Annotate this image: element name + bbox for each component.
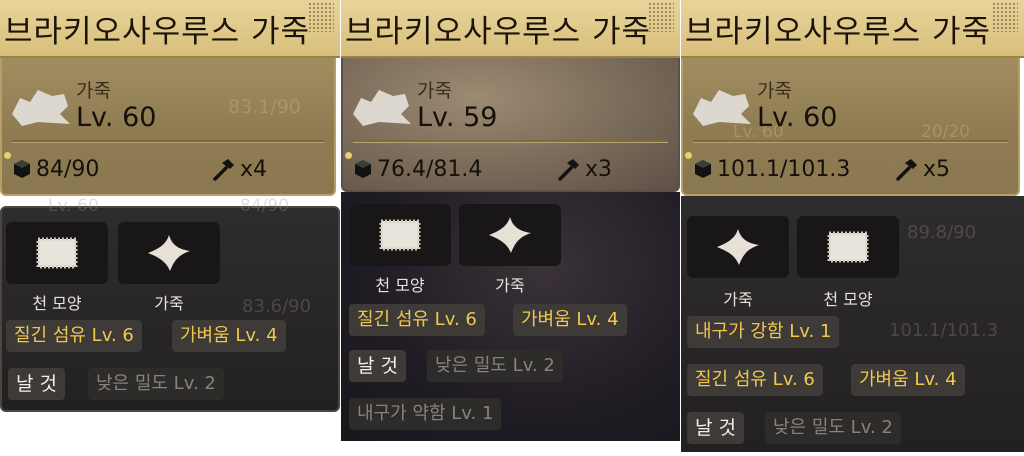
weight-box-icon [695,160,711,178]
trait-low-density[interactable]: 낮은 밀도 Lv. 2 [427,350,563,382]
slot-label-cloth: 천 모양 [375,276,425,295]
leather-icon [489,217,531,253]
trait-lightweight[interactable]: 가벼움 Lv. 4 [172,320,286,352]
leather-icon [717,229,759,265]
traits-panel: 89.8/90 101.1/101.3 가죽 천 모양 내구가 강함 Lv. 1… [681,196,1024,452]
background-ghost-text: 83.1/90 [228,96,301,118]
item-category: 가죽 [76,80,111,102]
hide-icon [353,90,411,126]
trait-lightweight[interactable]: 가벼움 Lv. 4 [513,304,627,336]
divider [353,140,668,143]
item-category: 가죽 [417,80,452,102]
trait-raw[interactable]: 날 것 [687,412,744,444]
trait-raw[interactable]: 날 것 [349,350,406,382]
item-tooltip-panel-3: 브라키오사우루스 가죽 Lv. 60 20/20 가죽 Lv. 60 101.1… [681,0,1024,452]
slot-cloth-pattern[interactable] [349,204,451,266]
hammer-count: x3 [585,156,613,182]
hammer-icon [213,159,234,181]
slot-label-leather: 가죽 [154,294,184,313]
traits-panel: 천 모양 가죽 질긴 섬유 Lv. 6 가벼움 Lv. 4 날 것 낮은 밀도 … [341,192,680,441]
sparkle-icon [4,152,11,159]
divider [12,140,324,143]
cloth-pattern-icon [36,237,78,269]
weight-value: 76.4/81.4 [377,156,483,182]
background-ghost-text: 84/90 [240,196,289,216]
background-ghost-text: 101.1/101.3 [889,320,999,341]
hammer-stat: x4 [212,156,267,182]
item-title-bar: 브라키오사우루스 가죽 [0,0,340,58]
trait-tough-fiber[interactable]: 질긴 섬유 Lv. 6 [687,364,823,396]
sparkle-icon [345,152,352,159]
hammer-icon [896,159,917,181]
hammer-stat: x3 [557,156,612,182]
weight-stat: 76.4/81.4 [353,156,482,182]
hide-icon [12,90,70,126]
item-title: 브라키오사우루스 가죽 [685,14,992,50]
item-info-card: 83.1/90 가죽 Lv. 60 84/90 x4 [0,58,336,196]
trait-raw[interactable]: 날 것 [8,368,65,400]
background-ghost-text: 20/20 [921,122,970,142]
item-category: 가죽 [757,80,792,102]
item-title-bar: 브라키오사우루스 가죽 [681,0,1024,58]
background-ghost-text: Lv. 60 [48,196,99,216]
slot-label-cloth: 천 모양 [823,290,873,309]
divider [693,140,1008,143]
item-level: Lv. 59 [417,102,498,133]
weight-value: 101.1/101.3 [717,156,851,182]
sparkle-icon [685,152,692,159]
background-ghost-text: 89.8/90 [907,222,977,243]
trait-low-density[interactable]: 낮은 밀도 Lv. 2 [765,412,901,444]
item-tooltip-panel-1: 브라키오사우루스 가죽 83.1/90 가죽 Lv. 60 84/90 x4 L… [0,0,340,412]
weight-value: 84/90 [36,156,100,182]
slot-leather[interactable] [687,216,789,278]
weight-stat: 101.1/101.3 [693,156,850,182]
slot-leather[interactable] [118,222,220,284]
slot-label-leather: 가죽 [495,276,525,295]
weight-stat: 84/90 [12,156,99,182]
item-title: 브라키오사우루스 가죽 [345,14,652,50]
item-level: Lv. 60 [76,102,157,133]
item-level: Lv. 60 [757,102,838,133]
slot-cloth-pattern[interactable] [6,222,108,284]
traits-panel: Lv. 60 84/90 83.6/90 천 모양 가죽 질긴 섬유 Lv. 6… [0,196,340,412]
weight-box-icon [355,160,371,178]
background-ghost-text: 83.6/90 [242,296,312,317]
slot-leather[interactable] [459,204,561,266]
trait-tough-fiber[interactable]: 질긴 섬유 Lv. 6 [6,320,142,352]
hide-icon [693,90,751,126]
hammer-count: x4 [240,156,268,182]
cloth-pattern-icon [379,219,421,251]
item-title-bar: 브라키오사우루스 가죽 [341,0,680,58]
hammer-icon [558,159,579,181]
trait-strong-durability[interactable]: 내구가 강함 Lv. 1 [687,316,840,348]
trait-lightweight[interactable]: 가벼움 Lv. 4 [851,364,965,396]
item-info-card: Lv. 60 20/20 가죽 Lv. 60 101.1/101.3 x5 [681,58,1020,196]
item-title: 브라키오사우루스 가죽 [4,14,311,50]
hammer-count: x5 [923,156,951,182]
item-tooltip-panel-2: 브라키오사우루스 가죽 가죽 Lv. 59 76.4/81.4 x3 천 모양 … [341,0,680,441]
weight-box-icon [14,160,30,178]
item-info-card: 가죽 Lv. 59 76.4/81.4 x3 [341,58,680,192]
trait-low-density[interactable]: 낮은 밀도 Lv. 2 [88,368,224,400]
leather-icon [148,235,190,271]
cloth-pattern-icon [827,231,869,263]
slot-cloth-pattern[interactable] [797,216,899,278]
trait-tough-fiber[interactable]: 질긴 섬유 Lv. 6 [349,304,485,336]
slot-label-leather: 가죽 [723,290,753,309]
trait-weak-durability[interactable]: 내구가 약함 Lv. 1 [349,398,502,430]
hammer-stat: x5 [895,156,950,182]
slot-label-cloth: 천 모양 [32,294,82,313]
